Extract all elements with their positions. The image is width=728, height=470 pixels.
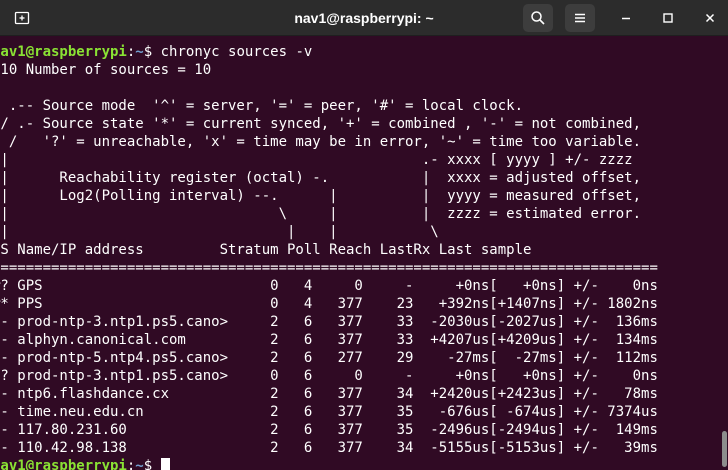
terminal-area[interactable]: nav1@raspberrypi:~$ chronyc sources -v 2… [0, 36, 728, 470]
output-line: / .- Source state '*' = current synced, … [0, 116, 642, 132]
minimize-icon [622, 17, 630, 20]
output-line: #? GPS 0 4 0 - +0ns[ +0ns] +/- 0ns [0, 278, 658, 294]
final-prompt-line: nav1@raspberrypi:~$ [0, 457, 658, 470]
output-line: .-- Source mode '^' = server, '=' = peer… [0, 98, 524, 114]
scrollbar-thumb[interactable] [722, 431, 727, 467]
close-button[interactable] [696, 4, 724, 32]
output-line: ^- alphyn.canonical.com 2 6 377 33 +4207… [0, 332, 658, 348]
output-line: | / '?' = unreachable, 'x' = time may be… [0, 134, 642, 150]
text-cursor [160, 458, 170, 470]
hamburger-menu-icon [575, 13, 585, 23]
command-text: chronyc sources -v [152, 44, 313, 60]
minimize-button[interactable] [612, 4, 640, 32]
output-line: ^- ntp6.flashdance.cx 2 6 377 34 +2420us… [0, 386, 658, 402]
prompt-path: ~ [135, 458, 144, 470]
output-line: ^- time.neu.edu.cn 2 6 377 35 -676us[ -6… [0, 404, 658, 420]
output-line: ^- 110.42.98.138 2 6 377 34 -5155us[-515… [0, 440, 658, 456]
search-icon [531, 11, 545, 25]
output-line: || .- xxxx [ yyyy ] +/- zzzz [0, 152, 633, 168]
output-line: ========================================… [0, 260, 658, 276]
close-icon [705, 13, 715, 23]
prompt-user-host: nav1@raspberrypi [0, 44, 127, 60]
output-line: 210 Number of sources = 10 [0, 62, 212, 78]
output-line: || Log2(Polling interval) --. | | yyyy =… [0, 188, 642, 204]
output-line: || \ | | zzzz = estimated error. [0, 206, 642, 222]
output-line: ^- 117.80.231.60 2 6 377 35 -2496us[-249… [0, 422, 658, 438]
maximize-icon [663, 13, 673, 23]
prompt-user-host: nav1@raspberrypi [0, 458, 127, 470]
prompt-symbol: $ [143, 44, 153, 60]
title-bar: nav1@raspberrypi: ~ [0, 0, 728, 36]
prompt-path: ~ [135, 44, 144, 60]
terminal-output: nav1@raspberrypi:~$ chronyc sources -v 2… [0, 43, 658, 470]
output-line: ^- prod-ntp-5.ntp4.ps5.cano> 2 6 277 29 … [0, 350, 658, 366]
output-line: || | | \ [0, 224, 439, 240]
command-output: 210 Number of sources = 10 .-- Source mo… [0, 61, 658, 457]
maximize-button[interactable] [654, 4, 682, 32]
output-line: ^? prod-ntp-3.ntp1.ps5.cano> 0 6 0 - +0n… [0, 368, 658, 384]
output-line: MS Name/IP address Stratum Poll Reach La… [0, 242, 532, 258]
output-line: || Reachability register (octal) -. | xx… [0, 170, 642, 186]
output-line: #* PPS 0 4 377 23 +392ns[+1407ns] +/- 18… [0, 296, 658, 312]
command-line: nav1@raspberrypi:~$ chronyc sources -v [0, 43, 658, 61]
output-line: ^- prod-ntp-3.ntp1.ps5.cano> 2 6 377 33 … [0, 314, 658, 330]
menu-button[interactable] [565, 4, 595, 32]
prompt-symbol: $ [143, 458, 161, 470]
search-button[interactable] [523, 4, 553, 32]
